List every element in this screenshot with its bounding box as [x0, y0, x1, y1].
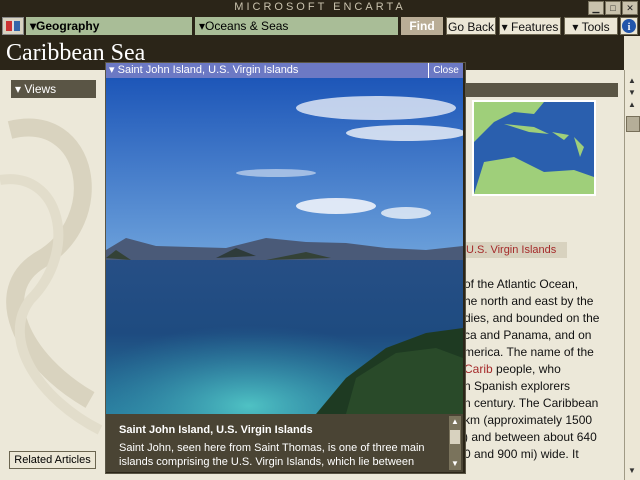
article-line: dies, and bounded on the	[464, 311, 600, 325]
article-line: he north and east by the	[464, 294, 594, 308]
tools-menu[interactable]: ▾ Tools	[564, 17, 618, 35]
article-line: km (approximately 1500	[464, 413, 593, 427]
chevron-down-icon: ▾	[15, 82, 25, 96]
article-text-span: people, who	[492, 362, 561, 376]
chevron-down-icon: ▾	[572, 20, 582, 34]
scroll-down-icon[interactable]: ▼	[626, 88, 638, 98]
maximize-icon[interactable]: □	[605, 1, 621, 15]
article-bar	[463, 83, 618, 97]
scroll-top-icon[interactable]: ▲	[626, 76, 638, 86]
saint-john-photo	[106, 78, 463, 414]
caribbean-map-thumbnail[interactable]	[472, 100, 596, 196]
related-articles-button[interactable]: Related Articles	[9, 451, 96, 469]
popup-title-bar: ▾ Saint John Island, U.S. Virgin Islands	[106, 63, 463, 78]
go-back-button[interactable]: Go Back	[446, 17, 496, 35]
views-label: Views	[24, 82, 57, 96]
scroll-down-icon[interactable]: ▼	[626, 466, 638, 476]
category-dropdown[interactable]: ▾Geography	[26, 17, 192, 35]
popup-close-button[interactable]: Close	[428, 63, 463, 78]
article-body: of the Atlantic Ocean, he north and east…	[464, 276, 618, 463]
svg-text:i: i	[628, 22, 631, 33]
info-icon[interactable]: i	[620, 17, 638, 35]
minimize-icon[interactable]: ▁	[588, 1, 604, 15]
article-line: n century. The Caribbean	[464, 396, 599, 410]
article-line-carib: Carib people, who	[464, 361, 618, 378]
subcategory-label: Oceans & Seas	[205, 19, 289, 33]
chevron-down-icon: ▾	[501, 20, 511, 34]
scroll-thumb[interactable]	[626, 116, 640, 132]
carib-link[interactable]: Carib	[464, 362, 493, 376]
map-caption[interactable]: U.S. Virgin Islands	[463, 242, 567, 258]
scroll-up-icon[interactable]: ▲	[450, 417, 460, 427]
caption-title: Saint John Island, U.S. Virgin Islands	[119, 424, 313, 436]
subcategory-dropdown[interactable]: ▾Oceans & Seas	[195, 17, 398, 35]
decorative-swirl	[0, 118, 103, 435]
caption-text: Saint John, seen here from Saint Thomas,…	[119, 442, 425, 468]
features-menu[interactable]: ▾ Features	[499, 17, 561, 35]
article-line: n Spanish explorers	[464, 379, 571, 393]
tools-label: Tools	[581, 20, 610, 34]
article-line: of the Atlantic Ocean,	[464, 277, 579, 291]
article-line: merica. The name of the	[464, 345, 594, 359]
article-line: ca and Panama, and on	[464, 328, 592, 342]
article-line: ) and between about 640	[464, 430, 597, 444]
encarta-book-icon[interactable]	[2, 17, 24, 35]
views-dropdown[interactable]: ▾ Views	[11, 80, 96, 98]
category-label: Geography	[36, 19, 100, 33]
find-button[interactable]: Find	[401, 17, 443, 35]
popup-title: Saint John Island, U.S. Virgin Islands	[117, 64, 299, 76]
window-title: MICROSOFT ENCARTA	[234, 1, 406, 13]
scroll-down-icon[interactable]: ▼	[450, 459, 460, 469]
close-icon[interactable]: ✕	[622, 1, 638, 15]
scroll-up-icon[interactable]: ▲	[626, 100, 638, 110]
chevron-down-icon[interactable]: ▾	[106, 64, 118, 76]
features-label: Features	[511, 20, 559, 34]
caption-scroll-thumb[interactable]	[450, 430, 460, 444]
article-line: 0 and 900 mi) wide. It	[464, 447, 579, 461]
